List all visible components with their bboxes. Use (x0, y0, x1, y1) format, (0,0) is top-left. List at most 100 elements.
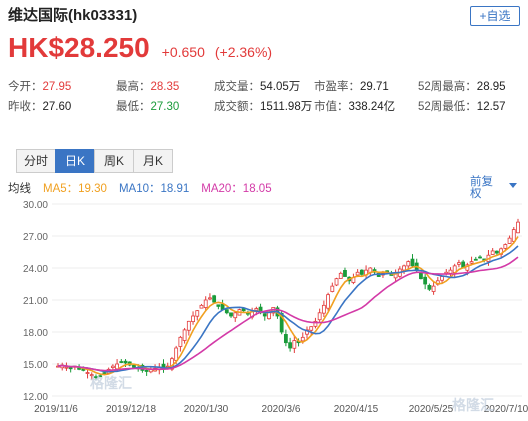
y-tick-label: 18.00 (23, 328, 48, 339)
candle-body (490, 250, 495, 255)
ma5-line (57, 236, 519, 376)
candle-body (178, 336, 183, 347)
stats-row-2: 昨收：27.60 最低：27.30 成交额：1511.98万 市值：338.24… (8, 98, 524, 118)
candle-body (262, 313, 267, 317)
x-tick-label: 2019/11/6 (34, 404, 78, 415)
candle-body (457, 262, 461, 265)
candle-body (511, 229, 516, 242)
tab-daily-k[interactable]: 日K (55, 149, 95, 173)
x-tick-label: 2020/1/30 (184, 404, 229, 415)
candle-body (330, 285, 335, 292)
candle-body (440, 276, 444, 281)
stat-52w-high: 52周最高：28.95 (418, 81, 506, 93)
candle-body (85, 372, 90, 374)
candle-body (507, 237, 512, 244)
candle-body (410, 258, 415, 267)
stat-open: 今开：27.95 (8, 81, 72, 93)
candle-body (119, 361, 124, 363)
watermark-logo-1: 格隆汇 (90, 375, 132, 391)
period-tabs: 分时 日K 周K 月K (16, 149, 173, 173)
tab-monthly-k[interactable]: 月K (133, 149, 173, 173)
candle-body (195, 310, 200, 317)
price-change-percent: (+2.36%) (214, 44, 273, 60)
candle-body (212, 295, 217, 303)
candle-body (343, 269, 347, 277)
quote-row: HK$28.250 +0.650 (+2.36%) (8, 32, 272, 68)
candle-body (419, 272, 423, 280)
candle-body (115, 363, 119, 370)
stats-panel: 今开：27.95 最高：28.35 成交量：54.05万 市盈率：29.71 5… (8, 78, 524, 118)
candle-body (229, 312, 233, 317)
tab-intraday[interactable]: 分时 (16, 149, 56, 173)
candle-body (317, 312, 322, 321)
stat-turnover: 成交额：1511.98万 (214, 101, 313, 113)
stat-market-cap: 市值：338.24亿 (314, 101, 396, 113)
y-tick-label: 21.00 (23, 296, 48, 307)
stat-volume: 成交量：54.05万 (214, 81, 301, 93)
stats-row-1: 今开：27.95 最高：28.35 成交量：54.05万 市盈率：29.71 5… (8, 78, 524, 98)
candle-body (203, 299, 208, 308)
x-tick-label: 2020/5/25 (409, 404, 454, 415)
candle-body (283, 334, 288, 344)
candle-body (473, 258, 478, 261)
candle-body (110, 365, 115, 368)
candle-body (494, 250, 499, 254)
tab-weekly-k[interactable]: 周K (94, 149, 134, 173)
y-tick-label: 12.00 (23, 392, 48, 403)
candle-body (254, 308, 259, 311)
ma-legend: 均线 MA5：19.30 MA10：18.91 MA20：18.05 (8, 180, 272, 196)
x-tick-label: 2019/12/18 (106, 404, 156, 415)
watermark-logo-2: 格隆汇 (452, 397, 494, 413)
candle-body (478, 256, 482, 259)
stat-52w-low: 52周最低：12.57 (418, 101, 506, 113)
legend-title: 均线 (8, 183, 31, 195)
candle-body (338, 272, 343, 279)
candle-body (469, 261, 474, 264)
candle-body (241, 308, 246, 312)
candle-body (292, 340, 297, 349)
candle-body (402, 265, 406, 271)
candle-body (182, 329, 187, 341)
candle-body (359, 269, 364, 275)
candle-body (309, 326, 314, 331)
legend-ma20: MA20：18.05 (201, 183, 272, 195)
y-tick-label: 15.00 (23, 360, 48, 371)
current-price: HK$28.250 (8, 32, 150, 63)
candle-body (132, 364, 136, 368)
adjust-label-line1: 前复 (470, 176, 493, 188)
candle-body (216, 304, 221, 307)
stat-low: 最低：27.30 (116, 101, 180, 113)
candle-body (68, 367, 73, 370)
candle-body (427, 285, 432, 290)
stat-high: 最高：28.35 (116, 81, 180, 93)
candle-body (208, 297, 212, 300)
stat-prev-close: 昨收：27.60 (8, 101, 72, 113)
candle-body (123, 360, 128, 364)
legend-ma5: MA5：19.30 (43, 183, 107, 195)
candle-body (406, 261, 411, 267)
chevron-down-icon[interactable] (509, 183, 517, 188)
candle-body (334, 278, 339, 286)
add-to-watchlist-button[interactable]: +自选 (470, 6, 520, 26)
y-tick-label: 24.00 (23, 264, 48, 275)
x-tick-label: 2020/4/15 (334, 404, 379, 415)
candle-body (64, 366, 69, 369)
candle-body (423, 276, 428, 285)
candle-body (144, 370, 149, 372)
candle-body (448, 269, 453, 274)
y-tick-label: 27.00 (23, 232, 48, 243)
candle-body (326, 294, 330, 309)
kline-chart[interactable]: 30.0027.0024.0021.0018.0015.0012.002019/… (0, 196, 528, 421)
candle-body (224, 309, 229, 314)
candle-body (199, 304, 204, 309)
y-tick-label: 30.00 (23, 200, 48, 211)
candle-body (300, 336, 305, 342)
ma10-line (57, 245, 519, 373)
candle-body (431, 285, 436, 292)
stat-pe: 市盈率：29.71 (314, 81, 389, 93)
candle-body (321, 304, 326, 314)
candle-body (174, 347, 179, 361)
ma20-line (57, 256, 519, 372)
candle-body (355, 271, 360, 276)
candle-body (186, 320, 191, 331)
